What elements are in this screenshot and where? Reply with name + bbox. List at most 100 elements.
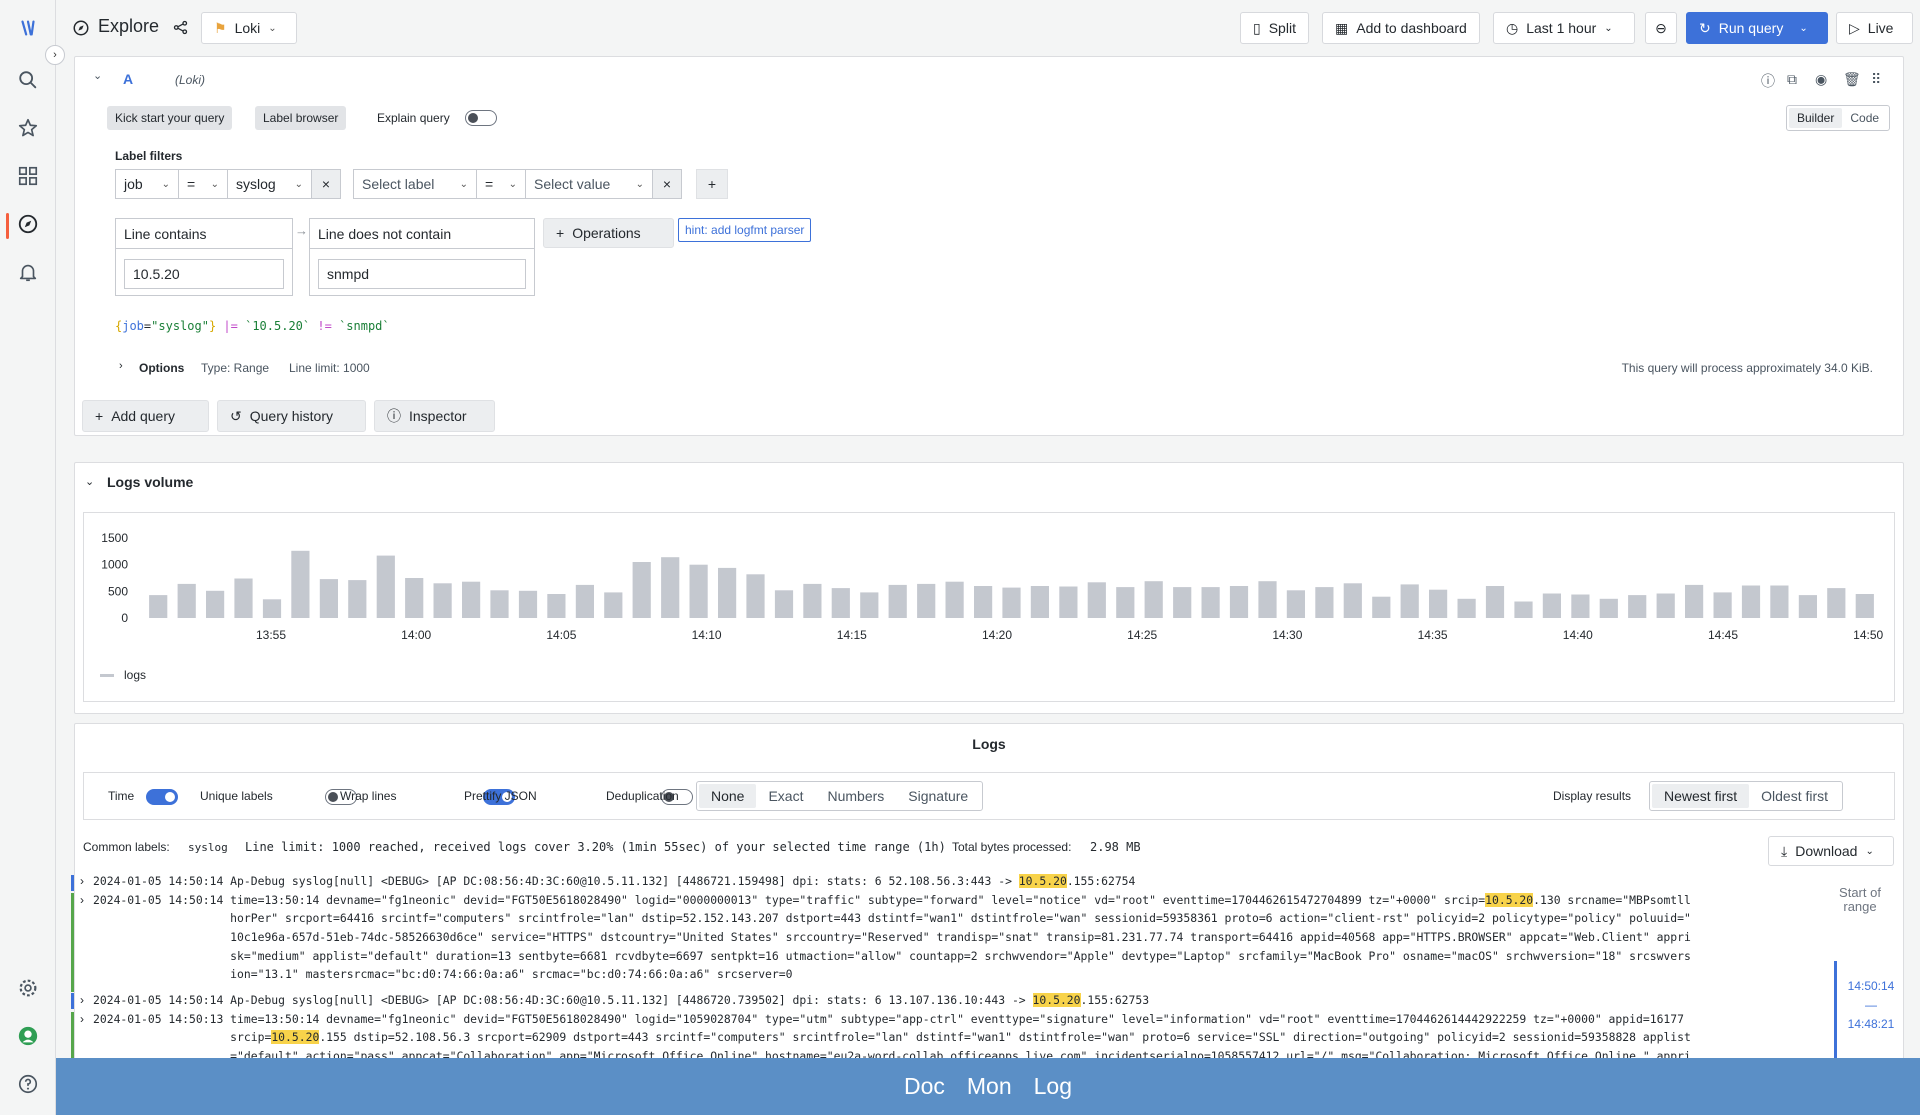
volume-bar[interactable] bbox=[1201, 587, 1220, 618]
volume-bar[interactable] bbox=[1741, 585, 1761, 619]
filter2-remove-button[interactable]: × bbox=[652, 169, 682, 199]
bell-icon[interactable] bbox=[14, 258, 42, 286]
label-browser-button[interactable]: Label browser bbox=[255, 106, 347, 130]
volume-bar[interactable] bbox=[1315, 587, 1334, 618]
volume-bar[interactable] bbox=[319, 579, 338, 618]
volume-bar[interactable] bbox=[376, 555, 395, 618]
volume-bar[interactable] bbox=[888, 584, 907, 618]
volume-bar[interactable] bbox=[974, 586, 993, 618]
volume-bar[interactable] bbox=[1571, 594, 1590, 619]
grafana-logo-icon[interactable] bbox=[14, 14, 42, 42]
dedup-numbers[interactable]: Numbers bbox=[815, 784, 896, 808]
filter1-operator-select[interactable]: = ⌄ bbox=[178, 169, 228, 199]
volume-bar[interactable] bbox=[604, 592, 623, 618]
kick-start-button[interactable]: Kick start your query bbox=[107, 106, 233, 130]
operations-button[interactable]: + Operations bbox=[543, 218, 674, 248]
star-icon[interactable] bbox=[14, 114, 42, 142]
oldest-first-option[interactable]: Oldest first bbox=[1749, 784, 1840, 808]
expand-sidebar-icon[interactable]: › bbox=[45, 45, 65, 65]
volume-bar[interactable] bbox=[746, 574, 765, 618]
explore-compass-icon[interactable] bbox=[14, 210, 42, 238]
volume-bar[interactable] bbox=[689, 564, 708, 618]
filter2-label-select[interactable]: Select label ⌄ bbox=[353, 169, 477, 199]
help-icon[interactable]: ⓘ bbox=[1761, 71, 1775, 91]
volume-bar[interactable] bbox=[234, 578, 253, 619]
volume-bar[interactable] bbox=[490, 590, 509, 618]
volume-bar[interactable] bbox=[1798, 595, 1817, 618]
volume-bar[interactable] bbox=[831, 588, 850, 618]
volume-bar[interactable] bbox=[405, 578, 424, 618]
filter1-value-select[interactable]: syslog ⌄ bbox=[227, 169, 312, 199]
collapse-chevron-icon[interactable]: ⌄ bbox=[93, 69, 102, 82]
expand-row-chevron-icon[interactable]: › bbox=[80, 993, 84, 1007]
options-toggle[interactable]: Options bbox=[139, 361, 184, 375]
range-times[interactable]: 14:50:14 — 14:48:21 bbox=[1843, 977, 1899, 1034]
help-icon[interactable] bbox=[14, 1070, 42, 1098]
volume-bar[interactable] bbox=[1713, 592, 1732, 618]
volume-bar[interactable] bbox=[1827, 588, 1846, 618]
volume-bar[interactable] bbox=[262, 599, 282, 618]
volume-bar[interactable] bbox=[547, 594, 566, 618]
options-chevron-icon[interactable]: › bbox=[119, 360, 123, 372]
search-icon[interactable] bbox=[14, 66, 42, 94]
volume-bar[interactable] bbox=[149, 595, 168, 618]
volume-bar[interactable] bbox=[433, 583, 452, 618]
expand-row-chevron-icon[interactable]: › bbox=[80, 874, 84, 888]
volume-bar[interactable] bbox=[1059, 586, 1078, 619]
expand-row-chevron-icon[interactable]: › bbox=[80, 1012, 84, 1026]
copy-icon[interactable]: ⧉ bbox=[1787, 71, 1797, 88]
volume-bar[interactable] bbox=[1429, 589, 1448, 618]
volume-bar[interactable] bbox=[917, 583, 936, 618]
drag-handle-icon[interactable]: ⠿ bbox=[1871, 71, 1881, 88]
volume-bar[interactable] bbox=[1002, 587, 1021, 618]
log-line[interactable]: 2024-01-05 14:50:14 Ap-Debug syslog[null… bbox=[93, 993, 1816, 1008]
volume-bar[interactable] bbox=[718, 567, 737, 618]
time-toggle[interactable] bbox=[146, 788, 178, 805]
eye-icon[interactable]: ◉ bbox=[1815, 71, 1827, 88]
volume-bar[interactable] bbox=[1542, 593, 1561, 619]
dedup-signature[interactable]: Signature bbox=[896, 784, 980, 808]
inspector-button[interactable]: ⓘ Inspector bbox=[374, 400, 495, 432]
line-contains-input[interactable]: 10.5.20 bbox=[124, 259, 284, 289]
hint-button[interactable]: hint: add logfmt parser bbox=[678, 218, 812, 242]
volume-bar[interactable] bbox=[1144, 581, 1163, 618]
newest-first-option[interactable]: Newest first bbox=[1652, 784, 1750, 808]
volume-bar[interactable] bbox=[1173, 587, 1192, 618]
explain-query-toggle[interactable] bbox=[465, 109, 497, 126]
volume-bar[interactable] bbox=[1343, 583, 1362, 618]
volume-bar[interactable] bbox=[1628, 595, 1647, 618]
volume-bar[interactable] bbox=[1286, 590, 1305, 618]
volume-bar[interactable] bbox=[803, 583, 822, 618]
volume-bar[interactable] bbox=[291, 550, 310, 618]
gear-icon[interactable] bbox=[14, 974, 42, 1002]
volume-bar[interactable] bbox=[575, 584, 594, 618]
volume-bar[interactable] bbox=[1457, 598, 1476, 618]
start-of-range-button[interactable]: Start of range bbox=[1830, 886, 1890, 914]
builder-mode-button[interactable]: Builder bbox=[1789, 108, 1843, 128]
legend-label[interactable]: logs bbox=[124, 668, 146, 682]
volume-bar[interactable] bbox=[1372, 596, 1391, 618]
volume-bar[interactable] bbox=[348, 580, 367, 618]
doc-link[interactable]: Doc bbox=[904, 1073, 945, 1100]
volume-bar[interactable] bbox=[1030, 586, 1049, 618]
dedup-none[interactable]: None bbox=[699, 784, 757, 808]
filter1-remove-button[interactable]: × bbox=[311, 169, 341, 199]
filter1-label-select[interactable]: job ⌄ bbox=[115, 169, 179, 199]
volume-bar[interactable] bbox=[1855, 594, 1874, 618]
live-button[interactable]: ▷ Live bbox=[1836, 12, 1913, 44]
query-ref-id[interactable]: A bbox=[123, 71, 133, 87]
log-link[interactable]: Log bbox=[1034, 1073, 1072, 1100]
volume-bar[interactable] bbox=[661, 557, 680, 618]
add-query-button[interactable]: + Add query bbox=[82, 400, 209, 432]
volume-bar[interactable] bbox=[518, 590, 538, 618]
expand-row-chevron-icon[interactable]: › bbox=[80, 893, 84, 907]
log-line[interactable]: 2024-01-05 14:50:14 time=13:50:14 devnam… bbox=[93, 893, 1816, 908]
time-picker[interactable]: ◷ Last 1 hour ⌄ bbox=[1493, 12, 1635, 44]
split-button[interactable]: ▯ Split bbox=[1240, 12, 1309, 44]
volume-bar[interactable] bbox=[1685, 584, 1704, 618]
download-button[interactable]: ⤓ Download ⌄ bbox=[1768, 836, 1894, 866]
log-line[interactable]: 2024-01-05 14:50:13 time=13:50:14 devnam… bbox=[93, 1012, 1816, 1027]
run-query-button[interactable]: ↻ Run query ⌄ bbox=[1686, 12, 1828, 44]
log-line[interactable]: 2024-01-05 14:50:14 Ap-Debug syslog[null… bbox=[93, 874, 1816, 889]
filter2-operator-select[interactable]: = ⌄ bbox=[476, 169, 526, 199]
